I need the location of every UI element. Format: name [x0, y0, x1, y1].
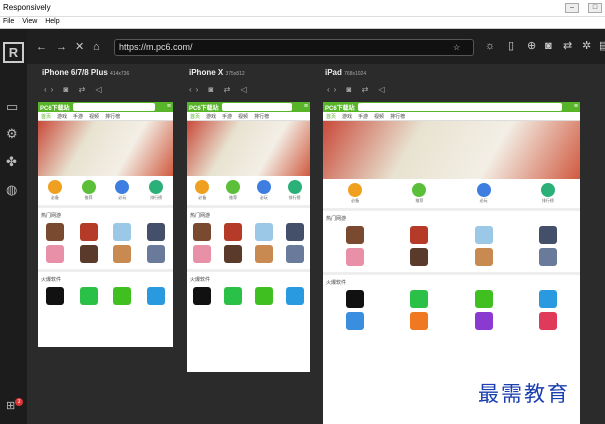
close-icon[interactable]: ✕ [75, 42, 84, 53]
app-logo-icon: R [3, 42, 24, 63]
menu-icon[interactable]: ≡ [167, 103, 171, 110]
settings-icon[interactable]: ✲ [582, 41, 591, 52]
section-title: 火爆软件 [38, 269, 173, 285]
toolbar: ← → ✕ ⌂ https://m.pc6.com/ ☆ ☼ ▯ ⊕ ◙ ⇄ ✲… [27, 29, 605, 64]
device-frame-iphone8plus[interactable]: PC6下载站 ≡ 首页 游戏 手游 视频 排行榜 必备 推荐 必玩 排行榜 热门网游 火爆软件 [38, 102, 173, 347]
home-icon[interactable]: ⌂ [93, 42, 100, 53]
url-input[interactable]: https://m.pc6.com/ [114, 39, 474, 56]
site-header: PC6下载站 ≡ [38, 102, 173, 112]
menu-file[interactable]: File [0, 17, 17, 26]
device-header-iphonex: iPhone X 375x812 [189, 68, 245, 77]
site-search[interactable] [73, 103, 155, 111]
device-frame-ipad[interactable]: PC6下载站 ≡ 首页 游戏 手游 视频 排行榜 必备 推荐 必玩 排行榜 热门网游 火爆软件 [323, 102, 580, 424]
mouse-icon[interactable]: ▯ [508, 41, 514, 52]
layout-icon[interactable]: ▤ [599, 41, 605, 52]
camera-icon[interactable]: ◙ [545, 41, 552, 52]
site-header: PC6下载站 ≡ [187, 102, 310, 112]
watermark: 最需教育 [478, 378, 570, 408]
device-name: iPhone 6/7/8 Plus [42, 68, 108, 77]
device-toolbar[interactable]: ‹› ◙ ⇄ ◁ [189, 85, 251, 94]
section-title: 热门网游 [38, 205, 173, 221]
device-header-ipad: iPad 768x1024 [325, 68, 366, 77]
site-logo: PC6下载站 [189, 106, 219, 112]
zoom-icon[interactable]: ⊕ [527, 41, 536, 52]
sync-icon[interactable]: ⇄ [563, 41, 572, 52]
menu-icon[interactable]: ≡ [574, 103, 578, 110]
site-logo: PC6下载站 [40, 106, 70, 112]
site-search[interactable] [358, 103, 562, 111]
device-size: 768x1024 [344, 71, 367, 77]
site-nav: 首页 游戏 手游 视频 排行榜 [38, 112, 173, 121]
window-titlebar: Responsively – □ [0, 0, 605, 17]
globe-icon[interactable]: ◍ [6, 182, 17, 198]
notification-badge: 3 [15, 398, 23, 406]
banner-image[interactable] [187, 121, 310, 176]
device-toolbar[interactable]: ‹› ◙ ⇄ ◁ [44, 85, 106, 94]
device-header-iphone8plus: iPhone 6/7/8 Plus 414x736 [42, 68, 129, 77]
site-logo: PC6下载站 [325, 106, 355, 112]
device-name: iPhone X [189, 68, 224, 77]
sun-icon[interactable]: ☼ [485, 41, 495, 52]
devices-icon[interactable]: ▭ [6, 99, 18, 115]
window-title: Responsively [3, 3, 51, 12]
gift-icon[interactable]: ⊞ [6, 399, 15, 412]
site-nav: 首页 游戏 手游 视频 排行榜 [323, 112, 580, 121]
back-icon[interactable]: ← [36, 42, 47, 53]
device-size: 375x812 [225, 71, 245, 77]
device-frame-iphonex[interactable]: PC6下载站 ≡ 首页 游戏 手游 视频 排行榜 必备 推荐 必玩 排行榜 热门网游 火爆软件 [187, 102, 310, 372]
banner-image[interactable] [38, 121, 173, 176]
device-toolbar[interactable]: ‹› ◙ ⇄ ◁ [327, 85, 389, 94]
site-header: PC6下载站 ≡ [323, 102, 580, 112]
section-title: 火爆软件 [323, 272, 580, 288]
forward-icon[interactable]: → [56, 42, 67, 53]
device-name: iPad [325, 68, 342, 77]
site-search[interactable] [222, 103, 292, 111]
section-title: 火爆软件 [187, 269, 310, 285]
banner-image[interactable] [323, 121, 580, 179]
maximize-button[interactable]: □ [588, 3, 602, 13]
section-title: 热门网游 [187, 205, 310, 221]
device-size: 414x736 [110, 71, 130, 77]
menu-view[interactable]: View [19, 17, 40, 26]
left-sidebar: R ▭ ⚙ ✤ ◍ ⊞ 3 [0, 29, 27, 424]
section-title: 热门网游 [323, 208, 580, 224]
site-nav: 首页 游戏 手游 视频 排行榜 [187, 112, 310, 121]
menu-icon[interactable]: ≡ [304, 103, 308, 110]
gear-icon[interactable]: ⚙ [6, 126, 18, 142]
menu-help[interactable]: Help [42, 17, 62, 26]
star-icon[interactable]: ☆ [453, 42, 460, 53]
minimize-button[interactable]: – [565, 3, 579, 13]
menu-bar: File View Help [0, 17, 605, 29]
extension-icon[interactable]: ✤ [6, 154, 17, 170]
